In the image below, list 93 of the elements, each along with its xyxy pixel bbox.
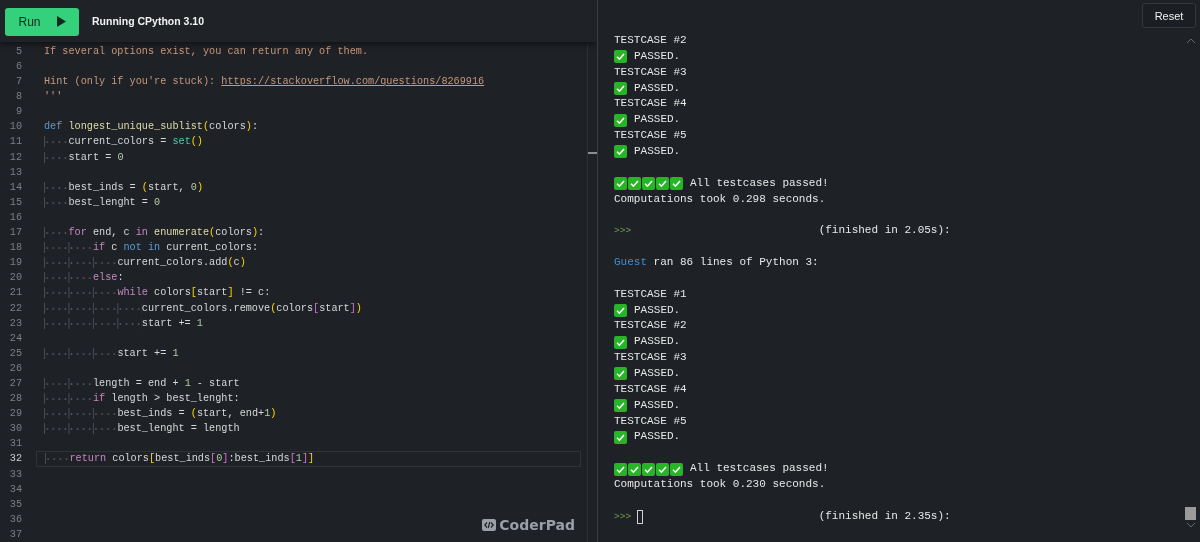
output-text: Computations took 0.298 seconds.: [614, 191, 826, 207]
code-line: best_inds = (start, end+1): [117, 408, 277, 420]
line-number: 29: [8, 407, 23, 422]
code-line: if c not in current_colors:: [92, 242, 258, 254]
line-number: 13: [8, 165, 23, 180]
line-number: 33: [8, 467, 23, 482]
line-number: 22: [8, 301, 23, 316]
output-text: TESTCASE #4: [614, 96, 687, 112]
code-line: return colors[best_inds[0]:best_inds[1]]: [69, 453, 315, 465]
output-text: TESTCASE #5: [614, 128, 687, 144]
line-number: 21: [8, 286, 23, 301]
code-line: best_lenght = 0: [68, 196, 161, 208]
line-number: 26: [8, 361, 23, 376]
code-line: best_lenght = length: [117, 423, 240, 435]
chevron-up-icon[interactable]: [1185, 38, 1196, 44]
summary-text: All testcases passed!: [690, 175, 829, 191]
finished-text: (finished in 2.05s):: [818, 223, 951, 239]
output-text: TESTCASE #1: [614, 286, 687, 302]
line-number: 6: [14, 60, 23, 74]
code-line: current_colors.remove(colors[start]): [141, 302, 362, 314]
runtime-status: Running CPython 3.10: [92, 14, 204, 27]
line-number: 28: [8, 392, 23, 407]
code-line: If several options exist, you can return any of them.: [44, 45, 368, 57]
line-number: 37: [8, 527, 23, 542]
line-number: 12: [8, 150, 23, 165]
output-text: TESTCASE #2: [614, 33, 687, 48]
output-text: TESTCASE #2: [614, 318, 687, 334]
play-icon: [56, 16, 66, 28]
code-line: Hint (only if you're stuck): https://stackoverflow.com/questions/8269916: [44, 76, 485, 88]
line-number: 27: [8, 376, 23, 391]
prompt-marker: >>>: [614, 509, 632, 524]
line-number: 32: [8, 452, 23, 467]
code-line: if length > best_lenght:: [92, 393, 240, 405]
line-number: 5: [14, 44, 23, 59]
code-line: start += 1: [117, 347, 179, 359]
output-text: TESTCASE #3: [614, 64, 687, 80]
line-number: 7: [14, 75, 23, 90]
line-number: 9: [14, 105, 23, 120]
code-line: length = end + 1 - start: [92, 377, 240, 389]
code-line: def longest_unique_sublist(colors):: [44, 121, 259, 133]
finished-text: (finished in 2.35s):: [818, 508, 951, 524]
line-number: 30: [8, 422, 23, 437]
code-line: for end, c in enumerate(colors):: [68, 227, 265, 239]
result-text: PASSED.: [634, 334, 681, 350]
result-text: PASSED.: [634, 144, 681, 159]
run-button[interactable]: Run: [5, 7, 79, 36]
result-text: PASSED.: [634, 112, 681, 128]
code-line: start = 0: [68, 151, 124, 163]
code-line: start += 1: [141, 317, 203, 329]
summary-text: All testcases passed!: [690, 461, 829, 477]
line-number: 17: [8, 226, 23, 241]
line-number: 23: [8, 316, 23, 331]
line-number: 16: [8, 210, 23, 225]
result-text: PASSED.: [634, 80, 681, 96]
line-number: 8: [14, 90, 23, 105]
output-text: ran 86 lines of Python 3:: [653, 255, 819, 271]
line-number: 14: [8, 180, 23, 195]
line-number: 31: [8, 437, 23, 452]
line-number: 15: [8, 195, 23, 210]
ruler-mark: [588, 151, 597, 154]
code-line: while colors[start] != c:: [117, 287, 271, 299]
line-number: 34: [8, 482, 23, 497]
output-text: TESTCASE #3: [614, 350, 687, 366]
line-number: 25: [8, 346, 23, 361]
code-line: ''': [44, 91, 63, 103]
code-icon: [482, 519, 497, 532]
result-text: PASSED.: [634, 48, 681, 64]
line-number: 24: [8, 331, 23, 346]
code-line: best_inds = (start, 0): [68, 181, 203, 193]
line-number: 18: [8, 241, 23, 256]
output-text: TESTCASE #4: [614, 381, 687, 397]
result-text: PASSED.: [634, 429, 681, 445]
code-line: else:: [92, 272, 124, 284]
result-text: PASSED.: [634, 397, 681, 413]
scrollbar-thumb[interactable]: [1185, 507, 1196, 520]
code-line: current_colors = set(): [68, 136, 203, 148]
brand-name: CoderPad: [499, 517, 575, 533]
user-name: Guest: [614, 255, 647, 271]
result-text: PASSED.: [634, 366, 681, 382]
line-number: 10: [8, 120, 23, 135]
chevron-down-icon[interactable]: [1185, 522, 1196, 528]
result-text: PASSED.: [634, 302, 681, 318]
line-number: 11: [8, 135, 23, 150]
indent-guide: [45, 453, 70, 465]
line-number: 19: [8, 256, 23, 271]
line-number: 35: [8, 497, 23, 512]
code-line: current_colors.add(c): [117, 257, 246, 269]
line-number: 20: [8, 271, 23, 286]
prompt-marker: >>>: [614, 224, 632, 239]
output-text: Computations took 0.230 seconds.: [614, 477, 826, 493]
reset-button[interactable]: Reset: [1142, 3, 1196, 28]
line-number: 36: [8, 512, 23, 527]
output-text: TESTCASE #5: [614, 413, 687, 429]
